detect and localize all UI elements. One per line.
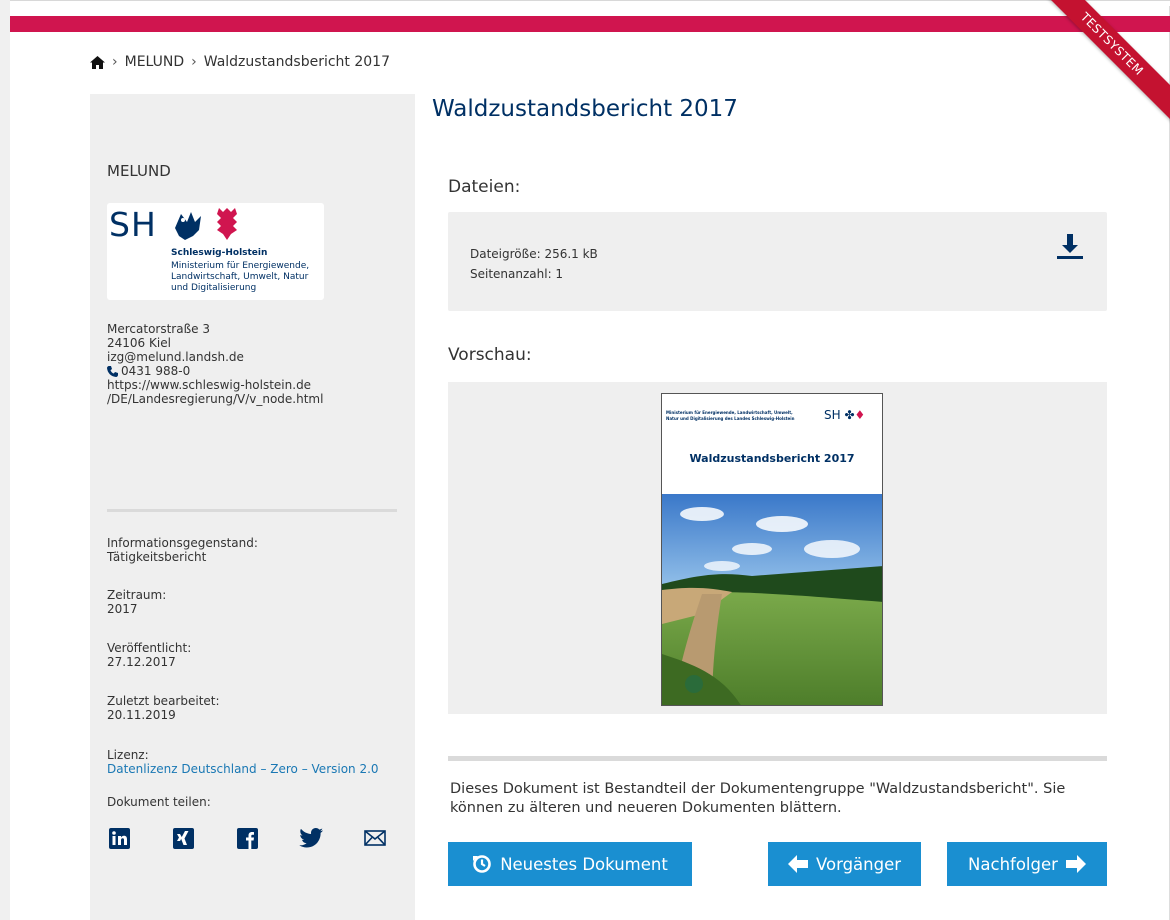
arrow-left-icon — [787, 855, 808, 873]
address-url-1[interactable]: https://www.schleswig-holstein.de — [107, 378, 323, 392]
share-icons — [107, 826, 427, 850]
meta-published: Veröffentlicht: 27.12.2017 — [107, 641, 191, 669]
edited-label: Zuletzt bearbeitet: — [107, 694, 220, 708]
facebook-icon[interactable] — [235, 826, 259, 850]
logo-ministry-name: Ministerium für Energiewende, Landwirtsc… — [171, 261, 310, 293]
meta-edited: Zuletzt bearbeitet: 20.11.2019 — [107, 694, 220, 722]
home-icon[interactable] — [90, 55, 105, 69]
address-street: Mercatorstraße 3 — [107, 322, 210, 336]
logo-state-name: Schleswig-Holstein — [171, 248, 268, 258]
meta-subject: Informationsgegenstand: Tätigkeitsberich… — [107, 536, 258, 564]
address-email[interactable]: izg@melund.landsh.de — [107, 350, 323, 364]
document-preview-image[interactable]: Ministerium für Energiewende, Landwirtsc… — [661, 393, 883, 706]
file-size: Dateigröße: 256.1 kB — [470, 247, 598, 261]
breadcrumb-item-current: Waldzustandsbericht 2017 — [203, 54, 390, 70]
logo-sh: SH — [109, 205, 157, 244]
cover-landscape-photo — [662, 494, 882, 705]
license-link[interactable]: Datenlizenz Deutschland – Zero – Version… — [107, 762, 379, 776]
phone-number[interactable]: 0431 988-0 — [121, 364, 190, 378]
ribbon-label: TESTSYSTEM — [1040, 0, 1170, 124]
ministry-logo: SH Schleswig-Holstein Ministerium für En… — [107, 203, 324, 300]
breadcrumb-separator: › — [112, 54, 118, 70]
period-label: Zeitraum: — [107, 588, 167, 602]
history-icon — [473, 855, 491, 873]
newest-document-label: Neuestes Dokument — [500, 854, 668, 874]
address-city: 24106 Kiel — [107, 336, 171, 350]
twitter-icon[interactable] — [299, 826, 323, 850]
published-value: 27.12.2017 — [107, 655, 176, 669]
previous-document-label: Vorgänger — [815, 854, 902, 874]
coat-of-arms-icon — [175, 208, 237, 240]
document-group-description: Dieses Dokument ist Bestandteil der Doku… — [450, 781, 1066, 816]
linkedin-icon[interactable] — [107, 826, 131, 850]
phone-icon — [107, 365, 118, 377]
testsystem-ribbon: TESTSYSTEM — [1040, 0, 1170, 130]
cover-title: Waldzustandsbericht 2017 — [689, 452, 855, 465]
content-divider — [448, 756, 1107, 761]
cover-logo: SH ✤♦ — [824, 408, 866, 422]
page-title: Waldzustandsbericht 2017 — [432, 96, 738, 122]
contact-address: Mercatorstraße 3 24106 Kiel izg@melund.l… — [107, 322, 323, 406]
files-heading: Dateien: — [448, 177, 521, 197]
page-count: Seitenanzahl: 1 — [470, 267, 564, 281]
preview-area: Ministerium für Energiewende, Landwirtsc… — [448, 382, 1107, 714]
previous-document-button[interactable]: Vorgänger — [768, 842, 921, 886]
newest-document-button[interactable]: Neuestes Dokument — [448, 842, 692, 886]
published-label: Veröffentlicht: — [107, 641, 192, 655]
share-label: Dokument teilen: — [107, 795, 211, 809]
next-document-label: Nachfolger — [968, 854, 1058, 874]
sidebar: MELUND SH Schleswig-Holstein Ministerium… — [90, 94, 415, 920]
file-box: Dateigröße: 256.1 kB Seitenanzahl: 1 — [448, 212, 1107, 311]
period-value: 2017 — [107, 602, 138, 616]
arrow-right-icon — [1065, 855, 1086, 873]
sidebar-divider — [107, 509, 397, 512]
license-label: Lizenz: — [107, 748, 149, 762]
header-red-bar — [10, 16, 1170, 32]
next-document-button[interactable]: Nachfolger — [947, 842, 1107, 886]
address-phone-row: 0431 988-0 — [107, 364, 323, 378]
subject-value: Tätigkeitsbericht — [107, 550, 207, 564]
breadcrumb-separator: › — [191, 54, 197, 70]
cover-logo-sh: SH — [824, 408, 841, 422]
breadcrumb-item-melund[interactable]: MELUND — [125, 54, 185, 70]
xing-icon[interactable] — [171, 826, 195, 850]
edited-value: 20.11.2019 — [107, 708, 176, 722]
org-title: MELUND — [107, 162, 171, 180]
subject-label: Informationsgegenstand: — [107, 536, 258, 550]
address-url-2[interactable]: /DE/Landesregierung/V/v_node.html — [107, 392, 323, 406]
mail-icon[interactable] — [363, 826, 387, 850]
file-info: Dateigröße: 256.1 kB Seitenanzahl: 1 — [470, 244, 598, 284]
download-icon[interactable] — [1057, 234, 1083, 264]
meta-license: Lizenz: Datenlizenz Deutschland – Zero –… — [107, 748, 379, 776]
preview-heading: Vorschau: — [448, 345, 532, 365]
cover-ministry: Ministerium für Energiewende, Landwirtsc… — [666, 410, 795, 421]
breadcrumb: › MELUND › Waldzustandsbericht 2017 — [90, 54, 390, 70]
meta-period: Zeitraum: 2017 — [107, 588, 166, 616]
top-line — [10, 0, 1170, 6]
